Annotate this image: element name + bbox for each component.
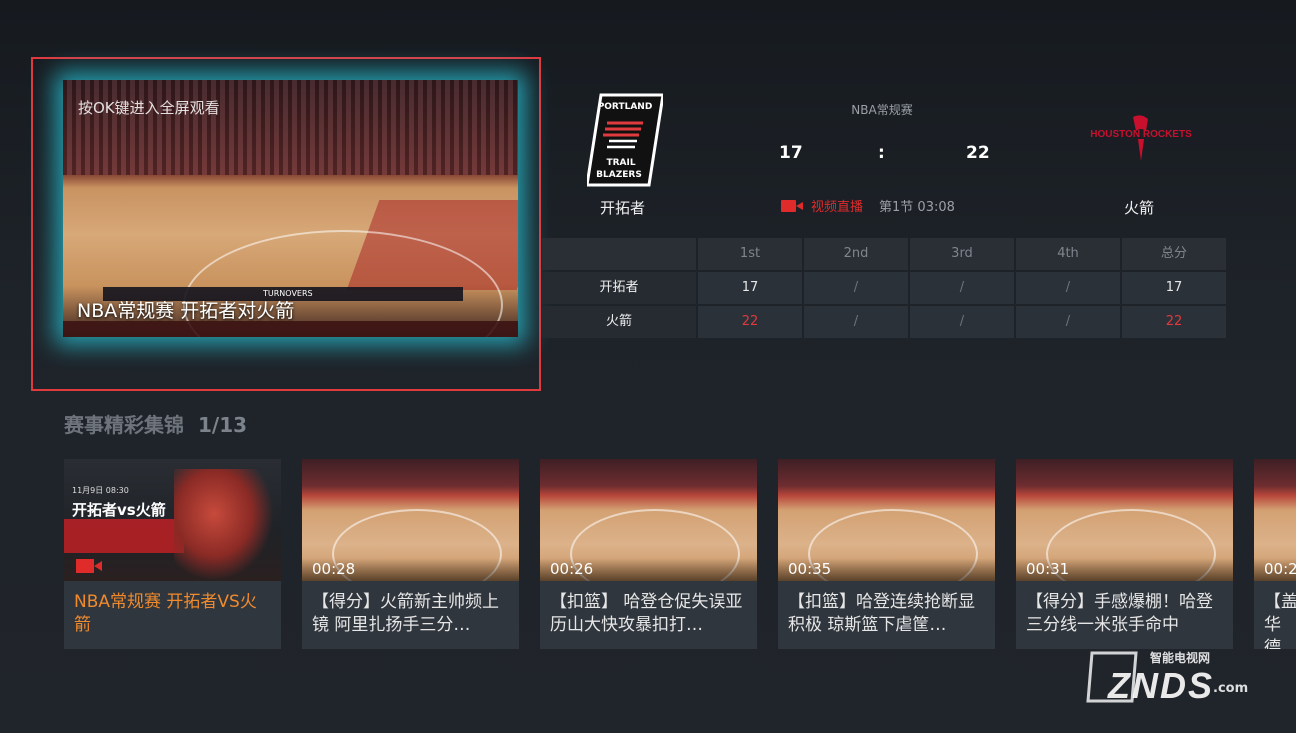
highlight-title: 【得分】手感爆棚！哈登三分线一米张手命中 (1026, 592, 1213, 635)
highlight-thumbnail: 11月9日 08:30 开拓者vs火箭 (64, 459, 281, 581)
highlight-title: 【盖华德 (1264, 592, 1296, 649)
video-player[interactable]: 按OK键进入全屏观看 TURNOVERS NBA常规赛 开拓者对火箭 (63, 80, 518, 337)
highlight-thumbnail: 00:26 (540, 459, 757, 581)
table-header-total: 总分 (1122, 238, 1226, 270)
table-cell-q3: / (910, 272, 1014, 304)
highlight-card[interactable]: 11月9日 08:30 开拓者vs火箭 NBA常规赛 开拓者VS火箭 (64, 459, 281, 649)
highlight-thumbnail: 00:28 (302, 459, 519, 581)
blazers-logo-icon: PORTLAND TRAIL BLAZERS (585, 93, 665, 187)
quarter-score-table: 1st 2nd 3rd 4th 总分 开拓者 17 / / / 17 火箭 22… (542, 238, 1226, 338)
video-camera-icon (781, 199, 803, 212)
table-cell-q4: / (1016, 306, 1120, 338)
video-camera-icon (76, 559, 102, 573)
away-team-name: 火箭 (1124, 199, 1155, 217)
table-cell-total: 17 (1122, 272, 1226, 304)
fullscreen-hint: 按OK键进入全屏观看 (78, 99, 220, 117)
broadcast-ticker (63, 321, 518, 337)
table-header-q1: 1st (698, 238, 802, 270)
home-score: 17 (779, 143, 803, 163)
highlight-card[interactable]: 00:26 【扣篮】 哈登仓促失误亚历山大快攻暴扣打… (540, 459, 757, 649)
table-cell-q3: / (910, 306, 1014, 338)
highlight-duration: 00:35 (788, 560, 832, 578)
highlight-thumbnail: 00:35 (778, 459, 995, 581)
svg-text:HOUSTON ROCKETS: HOUSTON ROCKETS (1090, 129, 1192, 140)
home-team-name: 开拓者 (600, 199, 646, 217)
table-cell-q2: / (804, 306, 908, 338)
poster-players-image (174, 469, 274, 581)
highlight-duration: 00:31 (1026, 560, 1070, 578)
highlight-title: NBA常规赛 开拓者VS火箭 (74, 592, 257, 635)
poster-title: 开拓者vs火箭 (72, 501, 166, 519)
highlight-card[interactable]: 00:35 【扣篮】哈登连续抢断显积极 琼斯篮下虐筐… (778, 459, 995, 649)
table-cell-total: 22 (1122, 306, 1226, 338)
away-score: 22 (966, 143, 990, 163)
highlight-title: 【得分】火箭新主帅频上镜 阿里扎扬手三分… (312, 592, 499, 635)
live-status: 视频直播 第1节 03:08 (781, 196, 955, 215)
highlight-thumbnail: 00:31 (1016, 459, 1233, 581)
table-header-team (542, 238, 696, 270)
svg-text:TRAIL: TRAIL (606, 158, 635, 168)
znds-watermark-logo: 智能电视网 ZNDS .com (1086, 645, 1251, 706)
highlight-card[interactable]: 00:28 【得分】火箭新主帅频上镜 阿里扎扬手三分… (302, 459, 519, 649)
watermark-main-text: ZNDS (1108, 665, 1214, 706)
live-label: 视频直播 (811, 200, 864, 215)
rockets-logo-icon: HOUSTON ROCKETS (1088, 113, 1194, 163)
highlight-card[interactable]: 00:31 【得分】手感爆棚！哈登三分线一米张手命中 (1016, 459, 1233, 649)
watermark-suffix-text: .com (1213, 681, 1249, 696)
svg-text:BLAZERS: BLAZERS (596, 170, 642, 180)
highlight-thumbnail: 00:2 (1254, 459, 1296, 581)
table-header-q4: 4th (1016, 238, 1120, 270)
score-separator: : (878, 143, 885, 163)
highlights-count: 1/13 (198, 413, 248, 437)
highlight-title: 【扣篮】哈登连续抢断显积极 琼斯篮下虐筐… (788, 592, 975, 635)
highlight-duration: 00:26 (550, 560, 594, 578)
table-header-q2: 2nd (804, 238, 908, 270)
highlight-duration: 00:28 (312, 560, 356, 578)
league-label: NBA常规赛 (851, 103, 913, 117)
table-header-q3: 3rd (910, 238, 1014, 270)
table-row-team: 开拓者 (542, 272, 696, 304)
watermark-top-text: 智能电视网 (1150, 651, 1211, 665)
video-title: NBA常规赛 开拓者对火箭 (77, 300, 295, 322)
period-clock: 第1节 03:08 (879, 200, 955, 215)
video-crowd (63, 80, 518, 175)
highlight-duration: 00:2 (1264, 560, 1296, 578)
highlight-title: 【扣篮】 哈登仓促失误亚历山大快攻暴扣打… (550, 592, 743, 635)
highlight-card[interactable]: 00:2 【盖华德 (1254, 459, 1296, 649)
table-cell-q4: / (1016, 272, 1120, 304)
table-cell-q1: 17 (698, 272, 802, 304)
poster-date: 11月9日 08:30 (72, 486, 129, 495)
highlights-heading: 赛事精彩集锦 1/13 (64, 409, 247, 438)
svg-text:PORTLAND: PORTLAND (598, 102, 653, 112)
table-cell-q1: 22 (698, 306, 802, 338)
poster-banner (64, 519, 184, 553)
table-row-team: 火箭 (542, 306, 696, 338)
highlights-title: 赛事精彩集锦 (64, 413, 184, 437)
table-cell-q2: / (804, 272, 908, 304)
